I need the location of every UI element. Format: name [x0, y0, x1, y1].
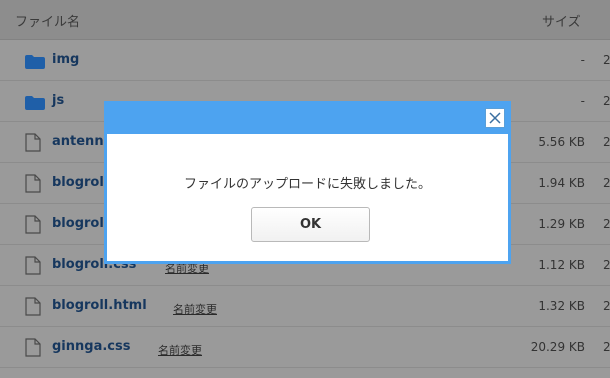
file-icon — [25, 215, 45, 234]
file-date: 2 — [603, 340, 610, 354]
close-button[interactable] — [485, 108, 505, 128]
file-icon — [25, 133, 45, 152]
file-size: 1.32 KB — [538, 299, 585, 313]
file-date: 2 — [603, 299, 610, 313]
file-size: - — [580, 53, 585, 67]
file-icon — [25, 256, 45, 275]
file-date: 2 — [603, 135, 610, 149]
file-icon — [25, 338, 45, 357]
file-name-link[interactable]: blogrol — [52, 175, 104, 190]
file-name-link[interactable]: antenn — [52, 134, 104, 149]
file-date: 2 — [603, 258, 610, 272]
dialog-titlebar — [107, 104, 508, 134]
dialog-message: ファイルのアップロードに失敗しました。 — [183, 177, 431, 192]
file-date: 2 — [603, 217, 610, 231]
file-name-link[interactable]: blogroll.html — [52, 298, 147, 313]
file-name-link[interactable]: img — [52, 52, 79, 67]
file-size: 1.29 KB — [538, 217, 585, 231]
file-list-header: ファイル名 サイズ — [0, 0, 610, 40]
table-row[interactable]: img - 2 — [0, 40, 610, 81]
table-row[interactable]: blogroll.html 名前変更 1.32 KB 2 — [0, 286, 610, 327]
ok-button[interactable]: OK — [251, 207, 370, 242]
error-dialog: ファイルのアップロードに失敗しました。 OK — [104, 101, 511, 264]
file-size: 1.12 KB — [538, 258, 585, 272]
file-size: 5.56 KB — [538, 135, 585, 149]
column-header-filename[interactable]: ファイル名 — [15, 11, 80, 30]
file-name-link[interactable]: ginnga.css — [52, 339, 130, 354]
folder-icon — [25, 95, 45, 110]
file-size: 20.29 KB — [530, 340, 585, 354]
file-name-link[interactable]: blogrol — [52, 216, 104, 231]
rename-link[interactable]: 名前変更 — [173, 301, 217, 317]
file-icon — [25, 174, 45, 193]
file-size: - — [580, 94, 585, 108]
file-name-link[interactable]: js — [52, 93, 64, 108]
column-header-size[interactable]: サイズ — [542, 11, 581, 30]
close-icon — [489, 112, 501, 124]
file-date: 2 — [603, 176, 610, 190]
file-size: 1.94 KB — [538, 176, 585, 190]
rename-link[interactable]: 名前変更 — [158, 342, 202, 358]
table-row[interactable]: ginnga.css 名前変更 20.29 KB 2 — [0, 327, 610, 368]
file-date: 2 — [603, 94, 610, 108]
file-icon — [25, 297, 45, 316]
folder-icon — [25, 54, 45, 69]
file-date: 2 — [603, 53, 610, 67]
